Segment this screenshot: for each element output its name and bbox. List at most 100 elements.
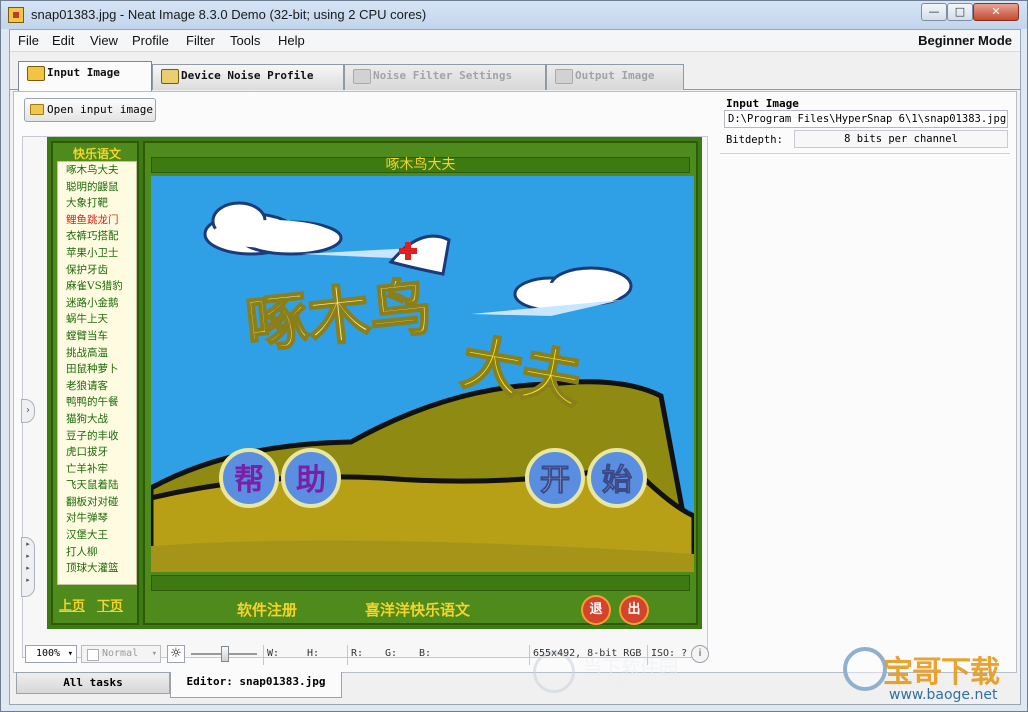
- watermark-url: www.baoge.net: [889, 687, 998, 703]
- brightness-icon[interactable]: ☼: [167, 645, 185, 663]
- close-button[interactable]: ✕: [973, 3, 1019, 21]
- exit-button-part-1: 退: [581, 595, 611, 625]
- stage-bottom-bar: 软件注册 喜洋洋快乐语文 退 出: [145, 595, 696, 625]
- preview-image: 快乐语文 啄木鸟大夫 聪明的鼹鼠 大象打靶 鲤鱼跳龙门 衣裤巧搭配 苹果小卫士 保护牙齿 麻雀…: [47, 137, 702, 629]
- lesson-item: 顶球大灌篮: [66, 562, 119, 575]
- exit-button-part-2: 出: [619, 595, 649, 625]
- iso-value: ISO: ?: [651, 648, 688, 659]
- page-prev-link: 上页: [59, 599, 86, 614]
- bitdepth-value: 8 bits per channel: [794, 130, 1008, 148]
- game-stage: 啄木鸟大夫 啄木鸟 大夫 帮 助 开 始 软件注册 喜洋洋快乐语文 退 出: [143, 141, 698, 625]
- stage-scene: 啄木鸟 大夫 帮 助 开 始: [151, 176, 694, 572]
- lesson-item: 飞天鼠着陆: [66, 479, 119, 492]
- lesson-item: 虎口拔牙: [66, 446, 108, 459]
- svg-text:帮: 帮: [234, 463, 264, 498]
- workflow-tabs: Input Image Device Noise Profile Noise F…: [10, 60, 1020, 91]
- mode-indicator[interactable]: Beginner Mode: [918, 33, 1012, 48]
- lesson-item: 啄木鸟大夫: [66, 164, 119, 176]
- view-mode-dropdown[interactable]: Normal: [81, 645, 161, 663]
- input-path-field[interactable]: D:\Program Files\HyperSnap 6\1\snap01383…: [724, 110, 1008, 128]
- menu-tools[interactable]: Tools: [230, 33, 260, 48]
- height-label: H:: [307, 648, 320, 659]
- tab-editor[interactable]: Editor: snap01383.jpg: [170, 672, 342, 698]
- lesson-item: 蜗牛上天: [66, 313, 108, 326]
- menu-file[interactable]: File: [18, 33, 39, 48]
- lesson-item: 挑战高温: [66, 346, 108, 359]
- input-image-panel: Open input image › ▸ ▸ ▸ ▸ 快乐语文 啄木鸟大夫 聪明的鼹鼠大…: [13, 91, 1017, 693]
- window-title: snap01383.jpg - Neat Image 8.3.0 Demo (3…: [31, 7, 427, 22]
- image-info: 655x492, 8-bit RGB: [533, 648, 642, 659]
- lesson-item: 田鼠种萝卜: [66, 363, 119, 376]
- minimize-button[interactable]: —: [921, 3, 947, 21]
- nurse-hat-icon: [388, 234, 451, 276]
- divider: [263, 645, 264, 665]
- tab-noise-filter-settings[interactable]: Noise Filter Settings: [344, 64, 546, 90]
- output-image-icon: [555, 69, 573, 84]
- lesson-item: 衣裤巧搭配: [66, 230, 119, 243]
- menu-view[interactable]: View: [90, 33, 118, 48]
- info-heading: Input Image: [726, 97, 799, 110]
- lesson-item: 大象打靶: [66, 197, 108, 210]
- menu-profile[interactable]: Profile: [132, 33, 169, 48]
- scene-title-top: 啄木鸟: [243, 270, 436, 362]
- open-button-label: Open input image: [47, 103, 153, 116]
- menu-filter[interactable]: Filter: [186, 33, 215, 48]
- filter-settings-icon: [353, 69, 371, 84]
- brightness-slider-thumb[interactable]: [221, 646, 229, 662]
- tab-input-image[interactable]: Input Image: [18, 61, 152, 91]
- tab-label: Input Image: [47, 66, 120, 79]
- app-window: snap01383.jpg - Neat Image 8.3.0 Demo (3…: [0, 0, 1028, 712]
- lesson-item: 猫狗大战: [66, 412, 108, 425]
- lesson-item: 亡羊补牢: [66, 462, 108, 475]
- tab-all-tasks[interactable]: All tasks: [16, 672, 170, 694]
- lesson-item: 保护牙齿: [66, 263, 108, 276]
- image-info-panel: Input Image D:\Program Files\HyperSnap 6…: [720, 97, 1010, 157]
- lesson-item: 老狼请客: [66, 379, 108, 392]
- site-watermark: 宝哥下载 www.baoge.net: [843, 647, 1023, 707]
- cloud-right: [471, 266, 633, 316]
- menu-help[interactable]: Help: [278, 33, 305, 48]
- panel-grip-handle[interactable]: ▸ ▸ ▸ ▸: [21, 537, 35, 597]
- stage-footer-bar: [151, 575, 690, 591]
- divider: [347, 645, 348, 665]
- input-image-icon: [27, 66, 45, 81]
- tab-label: Noise Filter Settings: [373, 69, 513, 82]
- collapse-left-handle[interactable]: ›: [21, 399, 35, 423]
- lesson-item: 豆子的丰收: [66, 429, 119, 442]
- bitdepth-label: Bitdepth:: [726, 134, 783, 146]
- info-divider: [720, 153, 1010, 154]
- info-icon[interactable]: i: [691, 645, 709, 663]
- register-link: 软件注册: [237, 601, 298, 619]
- folder-icon: [30, 104, 44, 115]
- tab-output-image[interactable]: Output Image: [546, 64, 684, 90]
- divider: [647, 645, 648, 665]
- lesson-item: 螳臂当车: [66, 329, 108, 342]
- image-preview[interactable]: › ▸ ▸ ▸ ▸ 快乐语文 啄木鸟大夫 聪明的鼹鼠 大象打靶 鲤鱼跳龙门 衣裤巧搭配 苹果小卫…: [21, 136, 708, 693]
- sidebar-title: 快乐语文: [72, 147, 121, 161]
- lesson-item: 迷路小金鹅: [66, 296, 119, 309]
- svg-text:助: 助: [296, 463, 326, 498]
- maximize-button[interactable]: □: [947, 3, 973, 21]
- menu-edit[interactable]: Edit: [52, 33, 74, 48]
- watermark-logo-icon: [843, 647, 887, 691]
- lesson-item: 对牛弹琴: [66, 512, 108, 525]
- tab-label: Device Noise Profile: [181, 69, 314, 82]
- svg-text:开: 开: [540, 463, 570, 498]
- lesson-item: 翻板对对碰: [66, 495, 119, 508]
- neat-image-app-icon[interactable]: [8, 7, 24, 23]
- lesson-item: 鲤鱼跳龙门: [66, 213, 119, 226]
- preview-toolbar: 100% Normal ☼ W: H: R: G: B: 655x492, 8-…: [13, 642, 709, 668]
- watermark-brand: 宝哥下载: [883, 655, 1000, 690]
- red-label: R:: [351, 648, 364, 659]
- zoom-dropdown[interactable]: 100%: [25, 645, 77, 663]
- open-input-image-button[interactable]: Open input image: [24, 98, 156, 122]
- tab-label: Output Image: [575, 69, 655, 82]
- tab-device-noise-profile[interactable]: Device Noise Profile: [152, 64, 344, 90]
- scene-illustration: 啄木鸟 大夫 帮 助 开 始: [151, 201, 694, 572]
- divider: [529, 645, 530, 665]
- width-label: W:: [267, 648, 280, 659]
- noise-profile-icon: [161, 69, 179, 84]
- blue-label: B:: [419, 648, 432, 659]
- title-bar[interactable]: snap01383.jpg - Neat Image 8.3.0 Demo (3…: [1, 1, 1027, 29]
- lesson-item: 苹果小卫士: [66, 246, 119, 259]
